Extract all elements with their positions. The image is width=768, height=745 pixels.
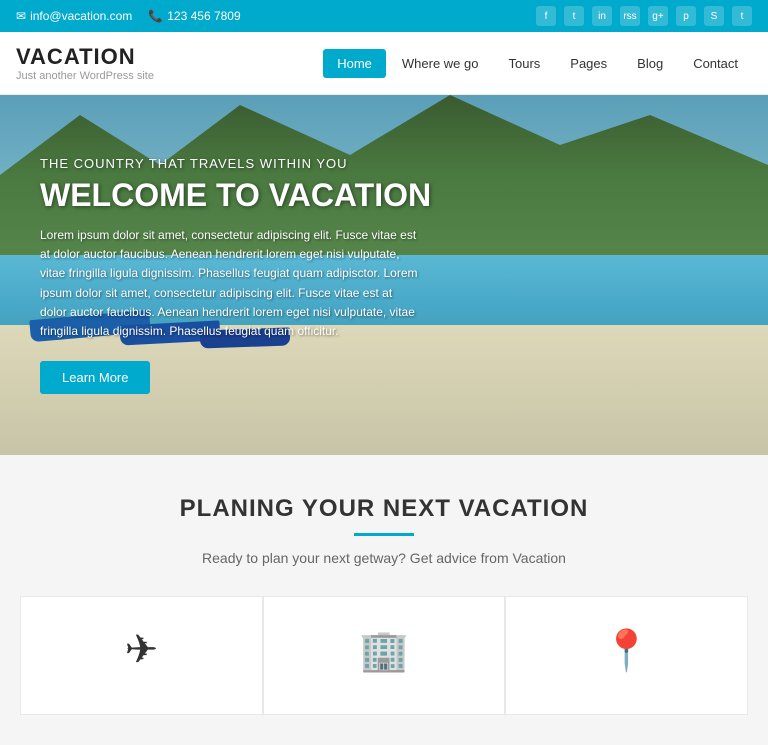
hero-learn-more-button[interactable]: Learn More: [40, 361, 150, 394]
flights-icon: ✈: [41, 627, 242, 673]
hotels-icon: 🏢: [284, 627, 485, 674]
nav-home[interactable]: Home: [323, 49, 386, 78]
section-divider: [354, 533, 414, 536]
feature-cards: ✈ 🏢 📍: [20, 596, 748, 715]
twitter-icon[interactable]: t: [564, 6, 584, 26]
planning-section: PLANING YOUR NEXT VACATION Ready to plan…: [0, 455, 768, 745]
phone-contact[interactable]: 📞 123 456 7809: [148, 9, 240, 23]
card-flights: ✈: [20, 596, 263, 715]
email-text: info@vacation.com: [30, 9, 132, 23]
rss-icon[interactable]: rss: [620, 6, 640, 26]
nav-pages[interactable]: Pages: [556, 49, 621, 78]
card-hotels: 🏢: [263, 596, 506, 715]
card-destinations: 📍: [505, 596, 748, 715]
email-icon: ✉: [16, 9, 26, 23]
phone-text: 123 456 7809: [167, 9, 240, 23]
hero-subtitle: THE COUNTRY THAT TRAVELS WITHIN YOU: [40, 156, 728, 171]
facebook-icon[interactable]: f: [536, 6, 556, 26]
hero-content: THE COUNTRY THAT TRAVELS WITHIN YOU WELC…: [0, 95, 768, 455]
nav-tours[interactable]: Tours: [494, 49, 554, 78]
hero-body: Lorem ipsum dolor sit amet, consectetur …: [40, 226, 420, 341]
planning-title: PLANING YOUR NEXT VACATION: [20, 495, 748, 523]
site-header: VACATION Just another WordPress site Hom…: [0, 32, 768, 95]
pinterest-icon[interactable]: p: [676, 6, 696, 26]
linkedin-icon[interactable]: in: [592, 6, 612, 26]
top-bar-contact: ✉ info@vacation.com 📞 123 456 7809: [16, 9, 241, 23]
hero-section: THE COUNTRY THAT TRAVELS WITHIN YOU WELC…: [0, 95, 768, 455]
social-links: f t in rss g+ p S t: [536, 6, 752, 26]
nav-where-we-go[interactable]: Where we go: [388, 49, 493, 78]
planning-subtitle: Ready to plan your next getway? Get advi…: [20, 550, 748, 566]
logo[interactable]: VACATION Just another WordPress site: [16, 44, 154, 82]
skype-icon[interactable]: S: [704, 6, 724, 26]
destinations-icon: 📍: [526, 627, 727, 674]
googleplus-icon[interactable]: g+: [648, 6, 668, 26]
logo-subtitle: Just another WordPress site: [16, 70, 154, 82]
nav-blog[interactable]: Blog: [623, 49, 677, 78]
phone-icon: 📞: [148, 9, 163, 23]
email-contact[interactable]: ✉ info@vacation.com: [16, 9, 132, 23]
top-bar: ✉ info@vacation.com 📞 123 456 7809 f t i…: [0, 0, 768, 32]
main-nav: Home Where we go Tours Pages Blog Contac…: [323, 49, 752, 78]
logo-title: VACATION: [16, 44, 154, 70]
tumblr-icon[interactable]: t: [732, 6, 752, 26]
hero-title: WELCOME TO VACATION: [40, 177, 728, 214]
nav-contact[interactable]: Contact: [679, 49, 752, 78]
